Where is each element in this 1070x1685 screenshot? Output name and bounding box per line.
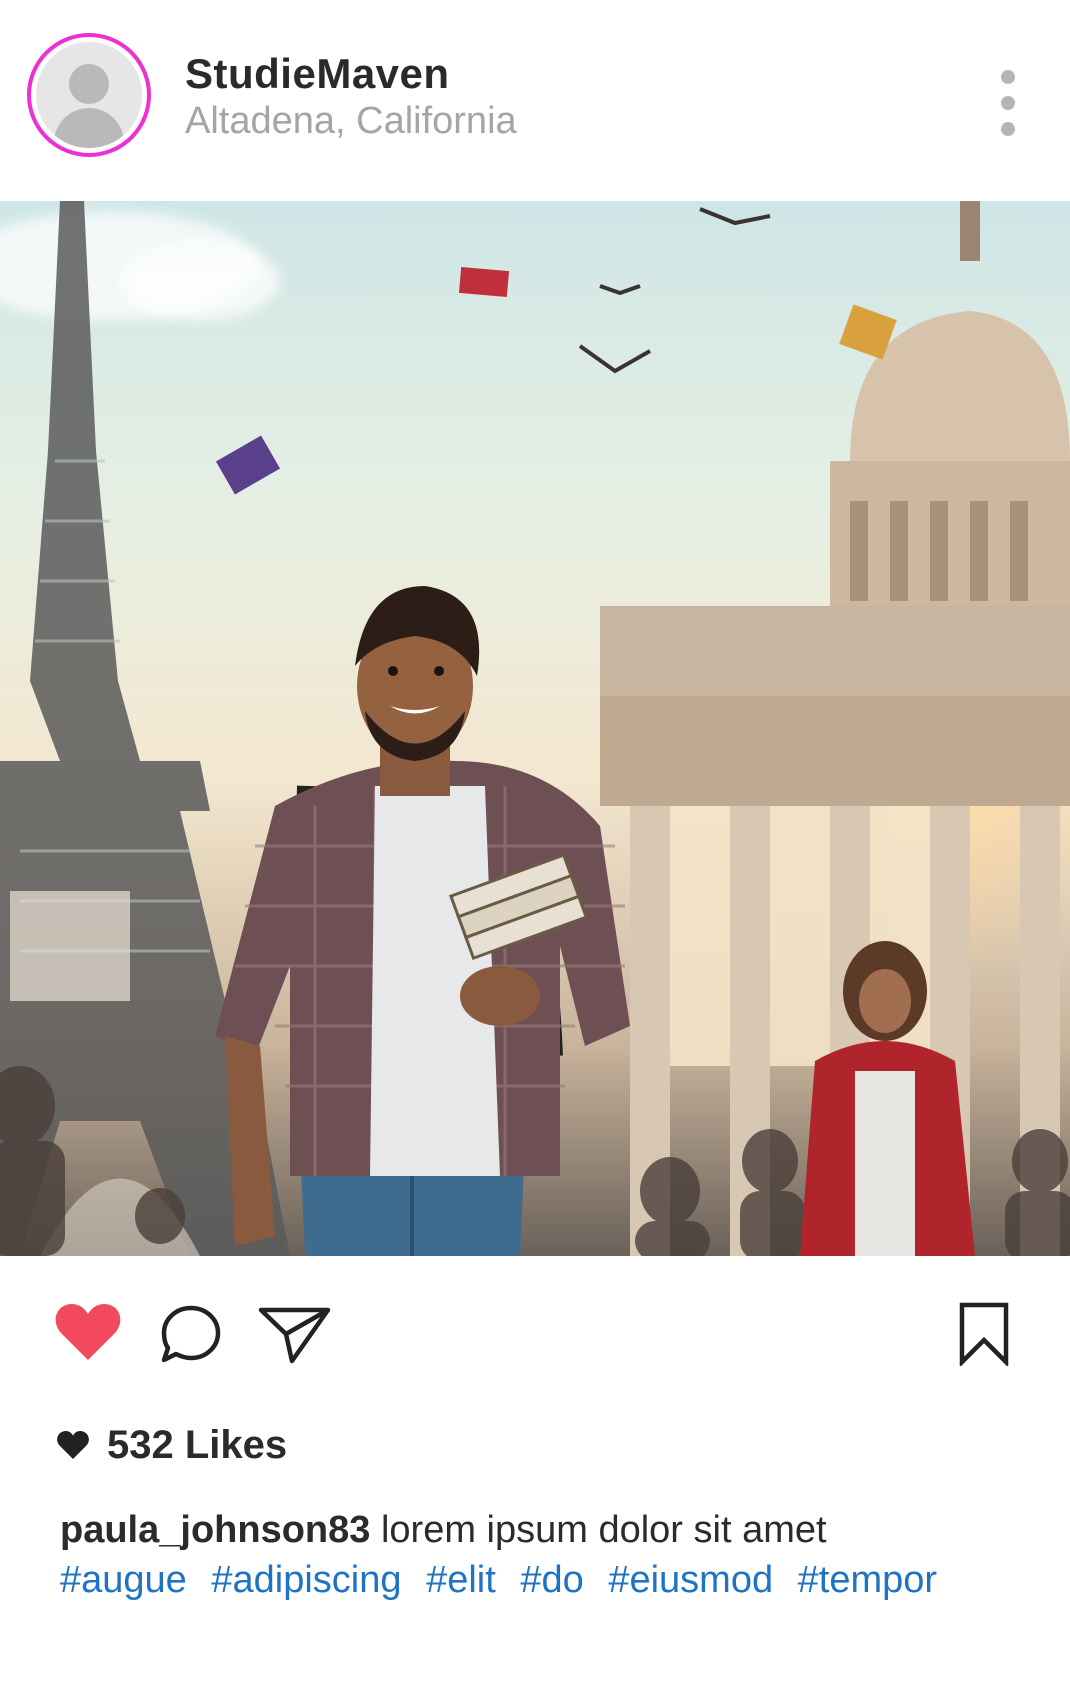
post-actions xyxy=(0,1256,1070,1376)
comment-icon[interactable] xyxy=(160,1304,222,1364)
post-location[interactable]: Altadena, California xyxy=(185,100,517,143)
post-photo[interactable] xyxy=(0,201,1070,1256)
more-options-icon[interactable] xyxy=(998,70,1018,136)
post-header: StudieMaven Altadena, California xyxy=(0,0,1070,200)
small-heart-icon xyxy=(57,1431,89,1459)
student-illustration xyxy=(215,586,630,1256)
caption-username[interactable]: paula_johnson83 xyxy=(60,1509,370,1551)
hashtag[interactable]: #eiusmod xyxy=(608,1559,773,1601)
hashtag[interactable]: #tempor xyxy=(798,1559,937,1601)
post-username[interactable]: StudieMaven xyxy=(185,50,450,98)
user-avatar[interactable] xyxy=(27,33,151,157)
share-icon[interactable] xyxy=(258,1304,332,1364)
caption-text: lorem ipsum dolor sit amet xyxy=(380,1509,827,1551)
hashtag-list: #augue #adipiscing #elit #do #eiusmod #t… xyxy=(60,1555,951,1605)
hashtag[interactable]: #do xyxy=(520,1559,583,1601)
hashtag[interactable]: #adipiscing xyxy=(211,1559,401,1601)
post-caption: paula_johnson83 lorem ipsum dolor sit am… xyxy=(60,1505,1040,1555)
likes-count[interactable]: 532 Likes xyxy=(57,1418,287,1472)
default-avatar-icon xyxy=(36,42,142,148)
heart-icon[interactable] xyxy=(54,1302,122,1362)
hashtag[interactable]: #elit xyxy=(426,1559,496,1601)
bookmark-icon[interactable] xyxy=(958,1302,1010,1366)
likes-text: 532 Likes xyxy=(107,1422,288,1467)
hashtag[interactable]: #augue xyxy=(60,1559,187,1601)
